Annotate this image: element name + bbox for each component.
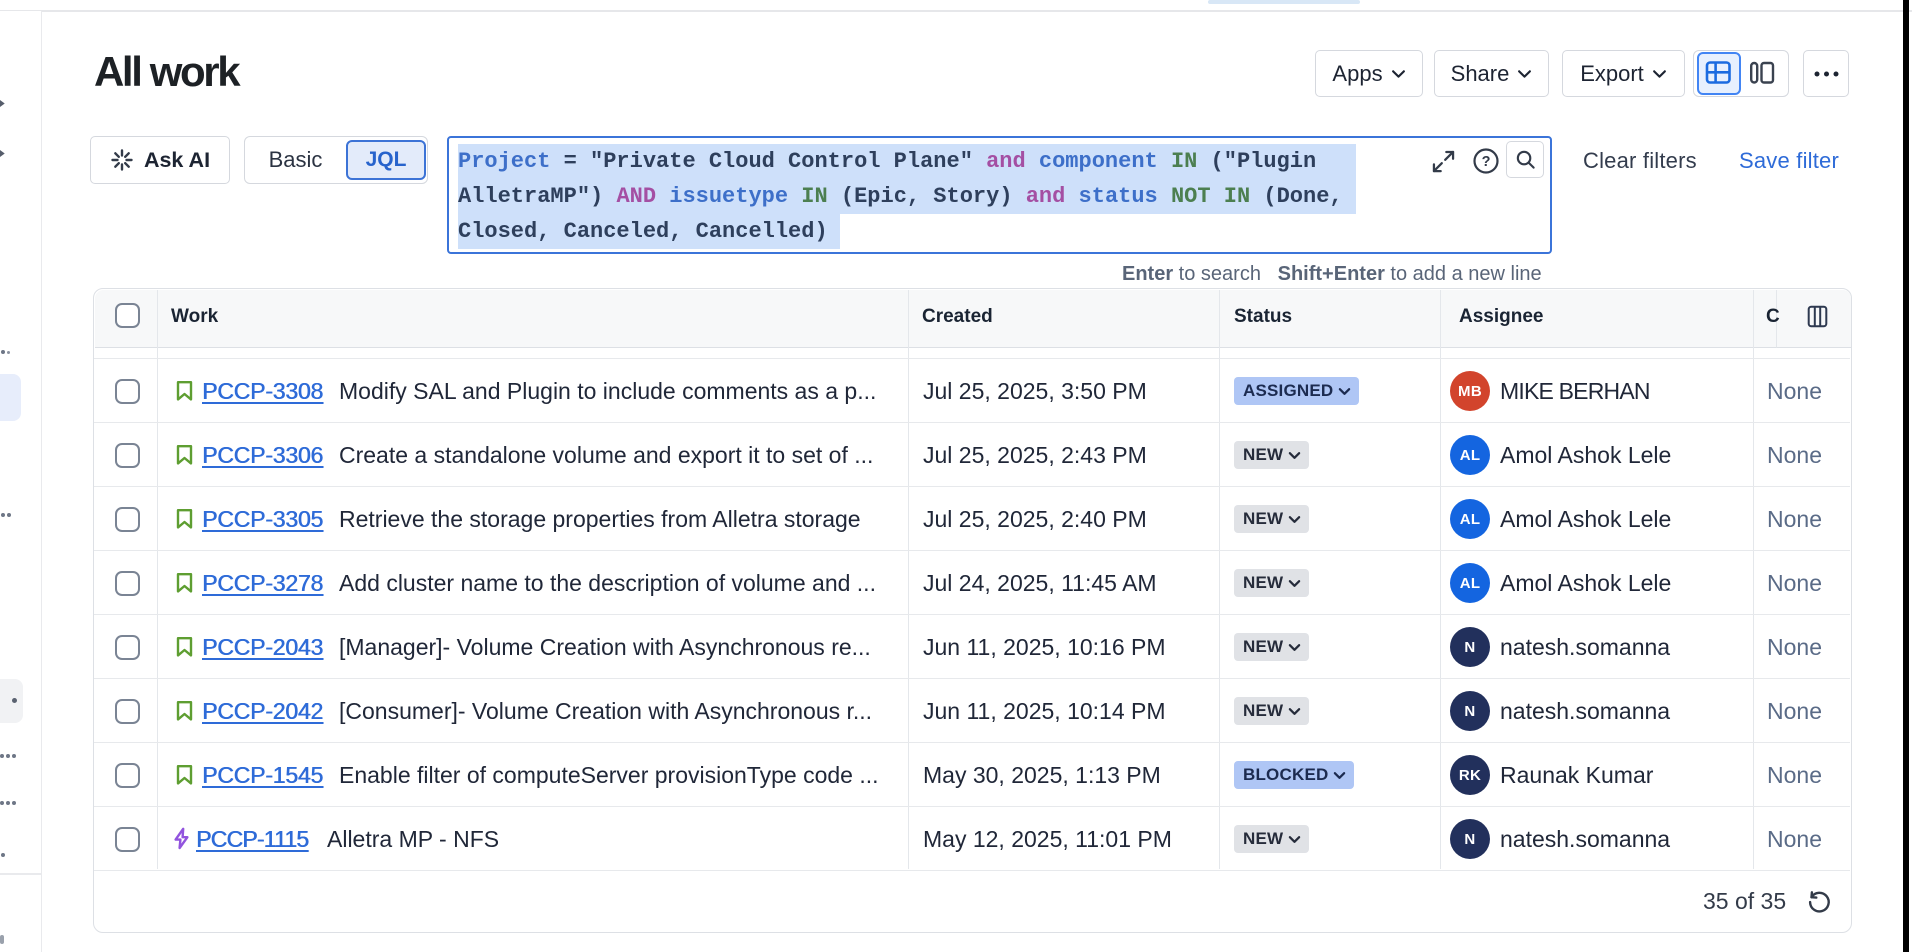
svg-text:?: ? (1482, 154, 1491, 170)
